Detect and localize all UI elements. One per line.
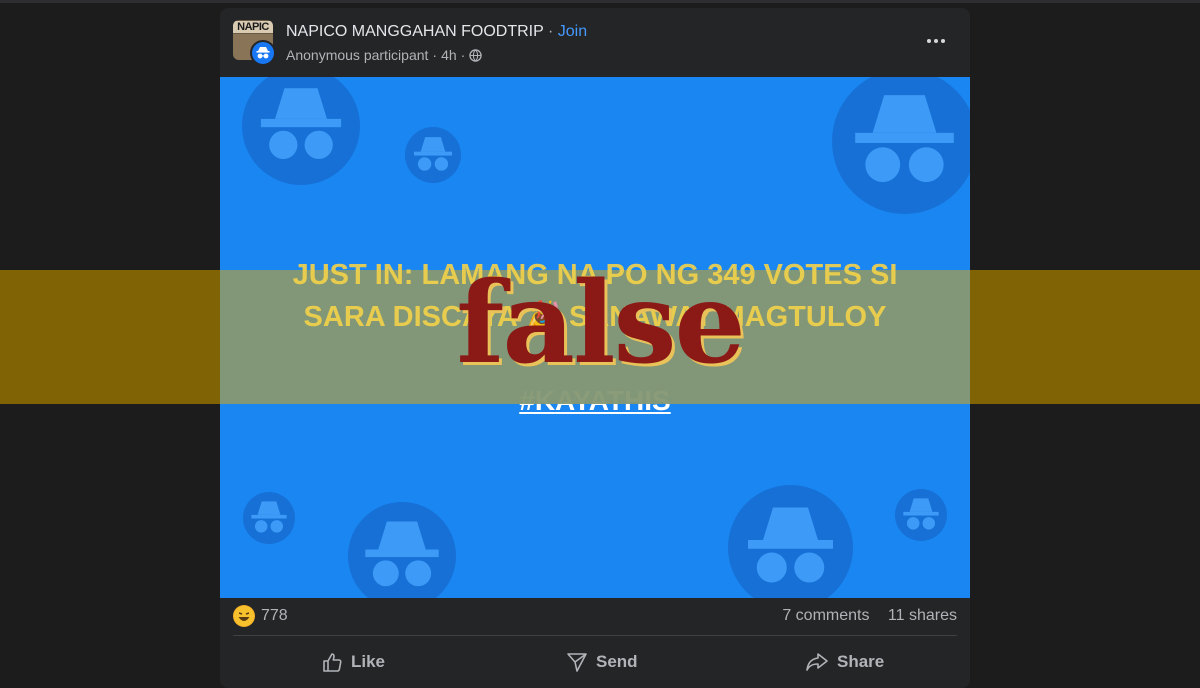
laughing-emoji-icon[interactable]: [233, 605, 255, 627]
post-actions: Like Send Share: [233, 642, 957, 682]
incognito-bg-icon: [242, 77, 360, 185]
join-link[interactable]: Join: [558, 23, 587, 40]
send-label: Send: [596, 652, 638, 671]
like-label: Like: [351, 652, 386, 671]
engagement-counts: 7 comments 11 shares: [782, 607, 957, 625]
shares-count[interactable]: 11 shares: [888, 607, 957, 624]
send-button[interactable]: Send: [566, 642, 638, 682]
fact-check-verdict: false: [456, 258, 746, 389]
like-button[interactable]: Like: [321, 642, 385, 682]
post-header: NAPIC NAPICO MANGGAHAN FOODTRIP · Join A…: [220, 8, 970, 77]
share-button[interactable]: Share: [805, 642, 884, 682]
send-icon: [567, 653, 587, 672]
incognito-bg-icon: [895, 489, 947, 541]
top-border: [0, 0, 1200, 3]
group-name-link[interactable]: NAPICO MANGGAHAN FOODTRIP: [286, 23, 544, 40]
separator: ·: [547, 23, 554, 40]
incognito-bg-icon: [832, 77, 970, 214]
post-meta: Anonymous participant · 4h ·: [286, 47, 483, 63]
incognito-bg-icon: [405, 127, 461, 183]
anonymous-avatar-icon: [250, 40, 276, 66]
post-stats: 778 7 comments 11 shares: [233, 605, 957, 633]
incognito-bg-icon: [243, 492, 295, 544]
separator: ·: [460, 47, 466, 63]
globe-icon: [469, 48, 483, 62]
post-time[interactable]: 4h: [441, 47, 457, 63]
more-options-button[interactable]: [920, 28, 952, 54]
separator: ·: [432, 47, 438, 63]
divider: [233, 635, 957, 636]
incognito-bg-icon: [728, 485, 853, 598]
reaction-count[interactable]: 778: [261, 607, 288, 625]
thumbs-up-icon: [323, 653, 342, 672]
incognito-bg-icon: [348, 502, 456, 598]
group-name-line: NAPICO MANGGAHAN FOODTRIP · Join: [286, 23, 587, 41]
comments-count[interactable]: 7 comments: [782, 607, 869, 624]
author-name[interactable]: Anonymous participant: [286, 47, 428, 63]
group-logo-text: NAPIC: [233, 21, 273, 33]
share-arrow-icon: [806, 653, 828, 671]
more-options-icon: [927, 39, 931, 43]
share-label: Share: [837, 652, 885, 671]
